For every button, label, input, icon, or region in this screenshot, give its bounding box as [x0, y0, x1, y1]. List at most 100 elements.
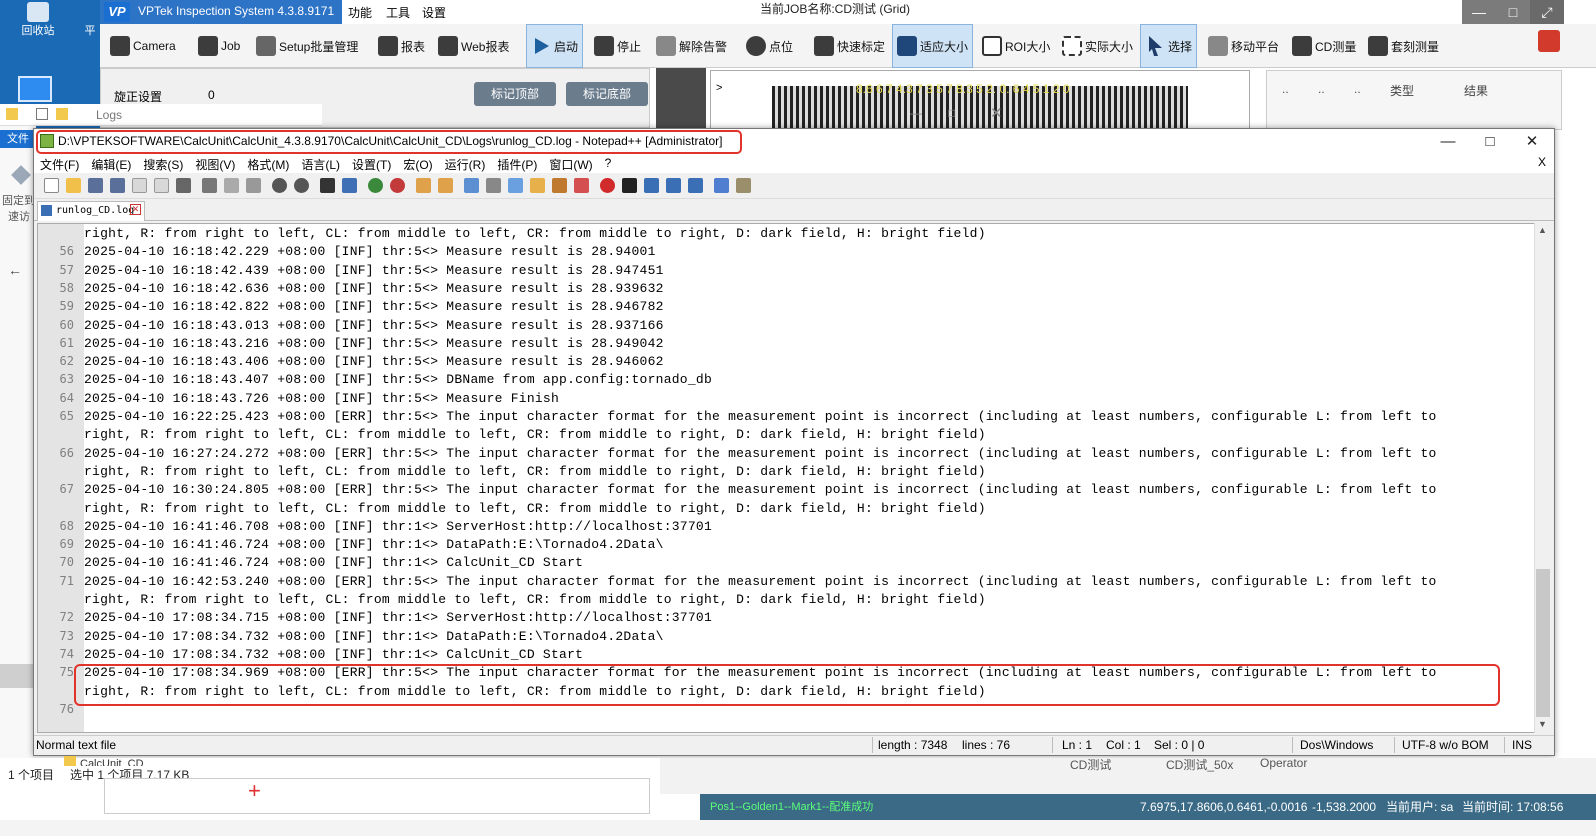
- back-arrow-icon[interactable]: ←: [8, 262, 22, 278]
- camera-snapshot-icon[interactable]: [656, 68, 706, 128]
- tab-cd-test-50x[interactable]: CD测试_50x: [1166, 756, 1233, 773]
- menu-macro[interactable]: 宏(O): [397, 155, 438, 173]
- menu-run[interactable]: 运行(R): [439, 155, 492, 173]
- menu-help[interactable]: ?: [599, 155, 618, 173]
- log-line[interactable]: 2025-04-10 16:18:42.229 +08:00 [INF] thr…: [84, 244, 656, 259]
- plugin-icon[interactable]: [736, 178, 751, 193]
- log-line[interactable]: 2025-04-10 16:18:42.636 +08:00 [INF] thr…: [84, 281, 664, 296]
- find-icon[interactable]: [320, 178, 335, 193]
- zoom-in-icon[interactable]: [368, 178, 383, 193]
- camera-button[interactable]: Camera: [110, 24, 176, 68]
- log-line[interactable]: 2025-04-10 16:18:43.013 +08:00 [INF] thr…: [84, 318, 664, 333]
- point-button[interactable]: 点位: [746, 24, 793, 68]
- tab-cd-test[interactable]: CD测试: [1070, 756, 1111, 773]
- log-line[interactable]: 2025-04-10 17:08:34.732 +08:00 [INF] thr…: [84, 629, 664, 644]
- log-line[interactable]: 2025-04-10 16:41:46.708 +08:00 [INF] thr…: [84, 519, 712, 534]
- job-button[interactable]: Job: [198, 24, 240, 68]
- print-icon[interactable]: [176, 178, 191, 193]
- notepadpp-minimize-icon[interactable]: —: [1428, 129, 1468, 155]
- vptek-minimize-icon[interactable]: —: [1462, 0, 1496, 24]
- save-macro-icon[interactable]: [688, 178, 703, 193]
- close-all-icon[interactable]: [154, 178, 169, 193]
- fit-size-button[interactable]: 适应大小: [892, 24, 974, 68]
- indent-guide-icon[interactable]: [508, 178, 523, 193]
- menu-edit[interactable]: 编辑(E): [85, 155, 137, 173]
- cut-icon[interactable]: [202, 178, 217, 193]
- log-line[interactable]: 2025-04-10 16:18:43.406 +08:00 [INF] thr…: [84, 354, 664, 369]
- tab-close-icon[interactable]: ✕: [130, 204, 141, 215]
- scrollbar-thumb[interactable]: [1536, 569, 1550, 717]
- cd-measure-button[interactable]: CD测量: [1292, 24, 1356, 68]
- show-all-chars-icon[interactable]: [486, 178, 501, 193]
- log-line[interactable]: right, R: from right to left, CL: from m…: [84, 592, 986, 607]
- explorer-scroll-segment[interactable]: [0, 664, 34, 688]
- save-icon[interactable]: [88, 178, 103, 193]
- sync-vertical-icon[interactable]: [416, 178, 431, 193]
- menu-view[interactable]: 视图(V): [189, 155, 241, 173]
- log-line[interactable]: right, R: from right to left, CL: from m…: [84, 427, 986, 442]
- log-line[interactable]: 2025-04-10 16:27:24.272 +08:00 [ERR] thr…: [84, 446, 1437, 461]
- copy-icon[interactable]: [224, 178, 239, 193]
- log-line[interactable]: 2025-04-10 16:18:43.407 +08:00 [INF] thr…: [84, 372, 712, 387]
- log-line[interactable]: 2025-04-10 16:22:25.423 +08:00 [ERR] thr…: [84, 409, 1437, 424]
- start-button[interactable]: 启动: [526, 24, 584, 68]
- tab-operator[interactable]: Operator: [1260, 756, 1307, 770]
- vptek-fullscreen-icon[interactable]: ⤢: [1530, 0, 1564, 24]
- folder-row-label[interactable]: CalcUnit_CD: [80, 758, 144, 766]
- setup-batch-button[interactable]: Setup批量管理: [256, 24, 358, 68]
- menu-format[interactable]: 格式(M): [241, 155, 295, 173]
- notepadpp-close-icon[interactable]: ✕: [1512, 129, 1552, 155]
- web-report-button[interactable]: Web报表: [438, 24, 509, 68]
- log-line[interactable]: 2025-04-10 16:41:46.724 +08:00 [INF] thr…: [84, 537, 664, 552]
- quick-calibrate-button[interactable]: 快速标定: [814, 24, 885, 68]
- sync-horizontal-icon[interactable]: [438, 178, 453, 193]
- record-macro-icon[interactable]: [600, 178, 615, 193]
- recycle-bin-shortcut[interactable]: 回收站: [16, 2, 60, 38]
- explorer-minimize-icon[interactable]: —: [910, 106, 922, 120]
- select-button[interactable]: 选择: [1140, 24, 1198, 68]
- log-line[interactable]: 2025-04-10 16:18:42.439 +08:00 [INF] thr…: [84, 263, 664, 278]
- explorer-file-tab[interactable]: 文件: [0, 130, 36, 148]
- overlay-measure-button[interactable]: 套刻测量: [1368, 24, 1439, 68]
- move-stage-button[interactable]: 移动平台: [1208, 24, 1279, 68]
- actual-size-button[interactable]: 实际大小: [1062, 24, 1133, 68]
- menu-language[interactable]: 语言(L): [295, 155, 346, 173]
- redo-icon[interactable]: [294, 178, 309, 193]
- quick-access-pin[interactable]: 固定到: [2, 192, 35, 208]
- doc-map-icon[interactable]: [552, 178, 567, 193]
- lang-define-icon[interactable]: [530, 178, 545, 193]
- menu-search[interactable]: 搜索(S): [137, 155, 189, 173]
- explorer-maximize-icon[interactable]: □: [948, 106, 955, 120]
- run-macro-icon[interactable]: [666, 178, 681, 193]
- vptek-maximize-icon[interactable]: □: [1496, 0, 1530, 24]
- new-file-icon[interactable]: [44, 178, 59, 193]
- log-line[interactable]: 2025-04-10 16:18:43.726 +08:00 [INF] thr…: [84, 391, 559, 406]
- roi-size-button[interactable]: ROI大小: [982, 24, 1050, 68]
- log-line[interactable]: 2025-04-10 17:08:34.715 +08:00 [INF] thr…: [84, 610, 712, 625]
- quick-access-label[interactable]: 速访: [8, 208, 30, 224]
- log-line[interactable]: 2025-04-10 16:18:42.822 +08:00 [INF] thr…: [84, 299, 664, 314]
- close-document-button[interactable]: X: [1538, 155, 1546, 169]
- tab-runlog[interactable]: runlog_CD.log: [37, 201, 145, 221]
- mark-top-button[interactable]: 标记顶部: [474, 82, 556, 106]
- play-macro-icon[interactable]: [644, 178, 659, 193]
- log-line[interactable]: 2025-04-10 16:42:53.240 +08:00 [ERR] thr…: [84, 574, 1437, 589]
- log-line[interactable]: 2025-04-10 16:41:46.724 +08:00 [INF] thr…: [84, 555, 583, 570]
- stop-button[interactable]: 停止: [594, 24, 641, 68]
- log-line[interactable]: right, R: from right to left, CL: from m…: [84, 226, 986, 241]
- stop-macro-icon[interactable]: [622, 178, 637, 193]
- text-editor[interactable]: right, R: from right to left, CL: from m…: [37, 223, 1537, 733]
- close-file-icon[interactable]: [132, 178, 147, 193]
- menu-plugins[interactable]: 插件(P): [491, 155, 543, 173]
- function-list-icon[interactable]: [574, 178, 589, 193]
- word-wrap-icon[interactable]: [464, 178, 479, 193]
- spellcheck-icon[interactable]: [714, 178, 729, 193]
- undo-icon[interactable]: [272, 178, 287, 193]
- save-all-icon[interactable]: [110, 178, 125, 193]
- clear-alarm-button[interactable]: 解除告警: [656, 24, 727, 68]
- explorer-close-icon[interactable]: ✕: [990, 104, 1003, 122]
- zoom-out-icon[interactable]: [390, 178, 405, 193]
- vptek-menu-function[interactable]: 功能: [348, 4, 372, 21]
- mark-bottom-button[interactable]: 标记底部: [566, 82, 648, 106]
- log-line[interactable]: 2025-04-10 17:08:34.732 +08:00 [INF] thr…: [84, 647, 583, 662]
